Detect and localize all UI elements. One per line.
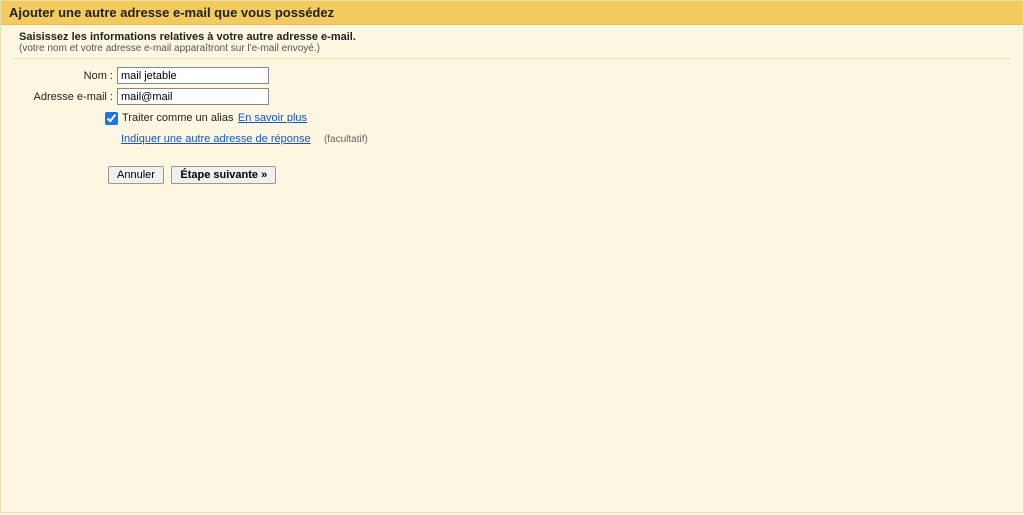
main-instruction: Saisissez les informations relatives à v… [19,31,1011,43]
email-label: Adresse e-mail : [13,91,117,103]
next-step-button[interactable]: Étape suivante » [171,166,276,184]
name-input[interactable] [117,67,269,84]
divider [13,58,1011,59]
alias-checkbox-label: Traiter comme un alias [122,112,233,124]
reply-address-link[interactable]: Indiquer une autre adresse de réponse [121,133,311,145]
cancel-button[interactable]: Annuler [108,166,164,184]
name-label: Nom : [13,70,117,82]
email-input[interactable] [117,88,269,105]
alias-checkbox[interactable] [105,112,118,125]
dialog-title: Ajouter une autre adresse e-mail que vou… [1,1,1023,25]
optional-label: (facultatif) [324,134,368,145]
learn-more-link[interactable]: En savoir plus [238,112,307,124]
sub-instruction: (votre nom et votre adresse e-mail appar… [19,43,1011,54]
